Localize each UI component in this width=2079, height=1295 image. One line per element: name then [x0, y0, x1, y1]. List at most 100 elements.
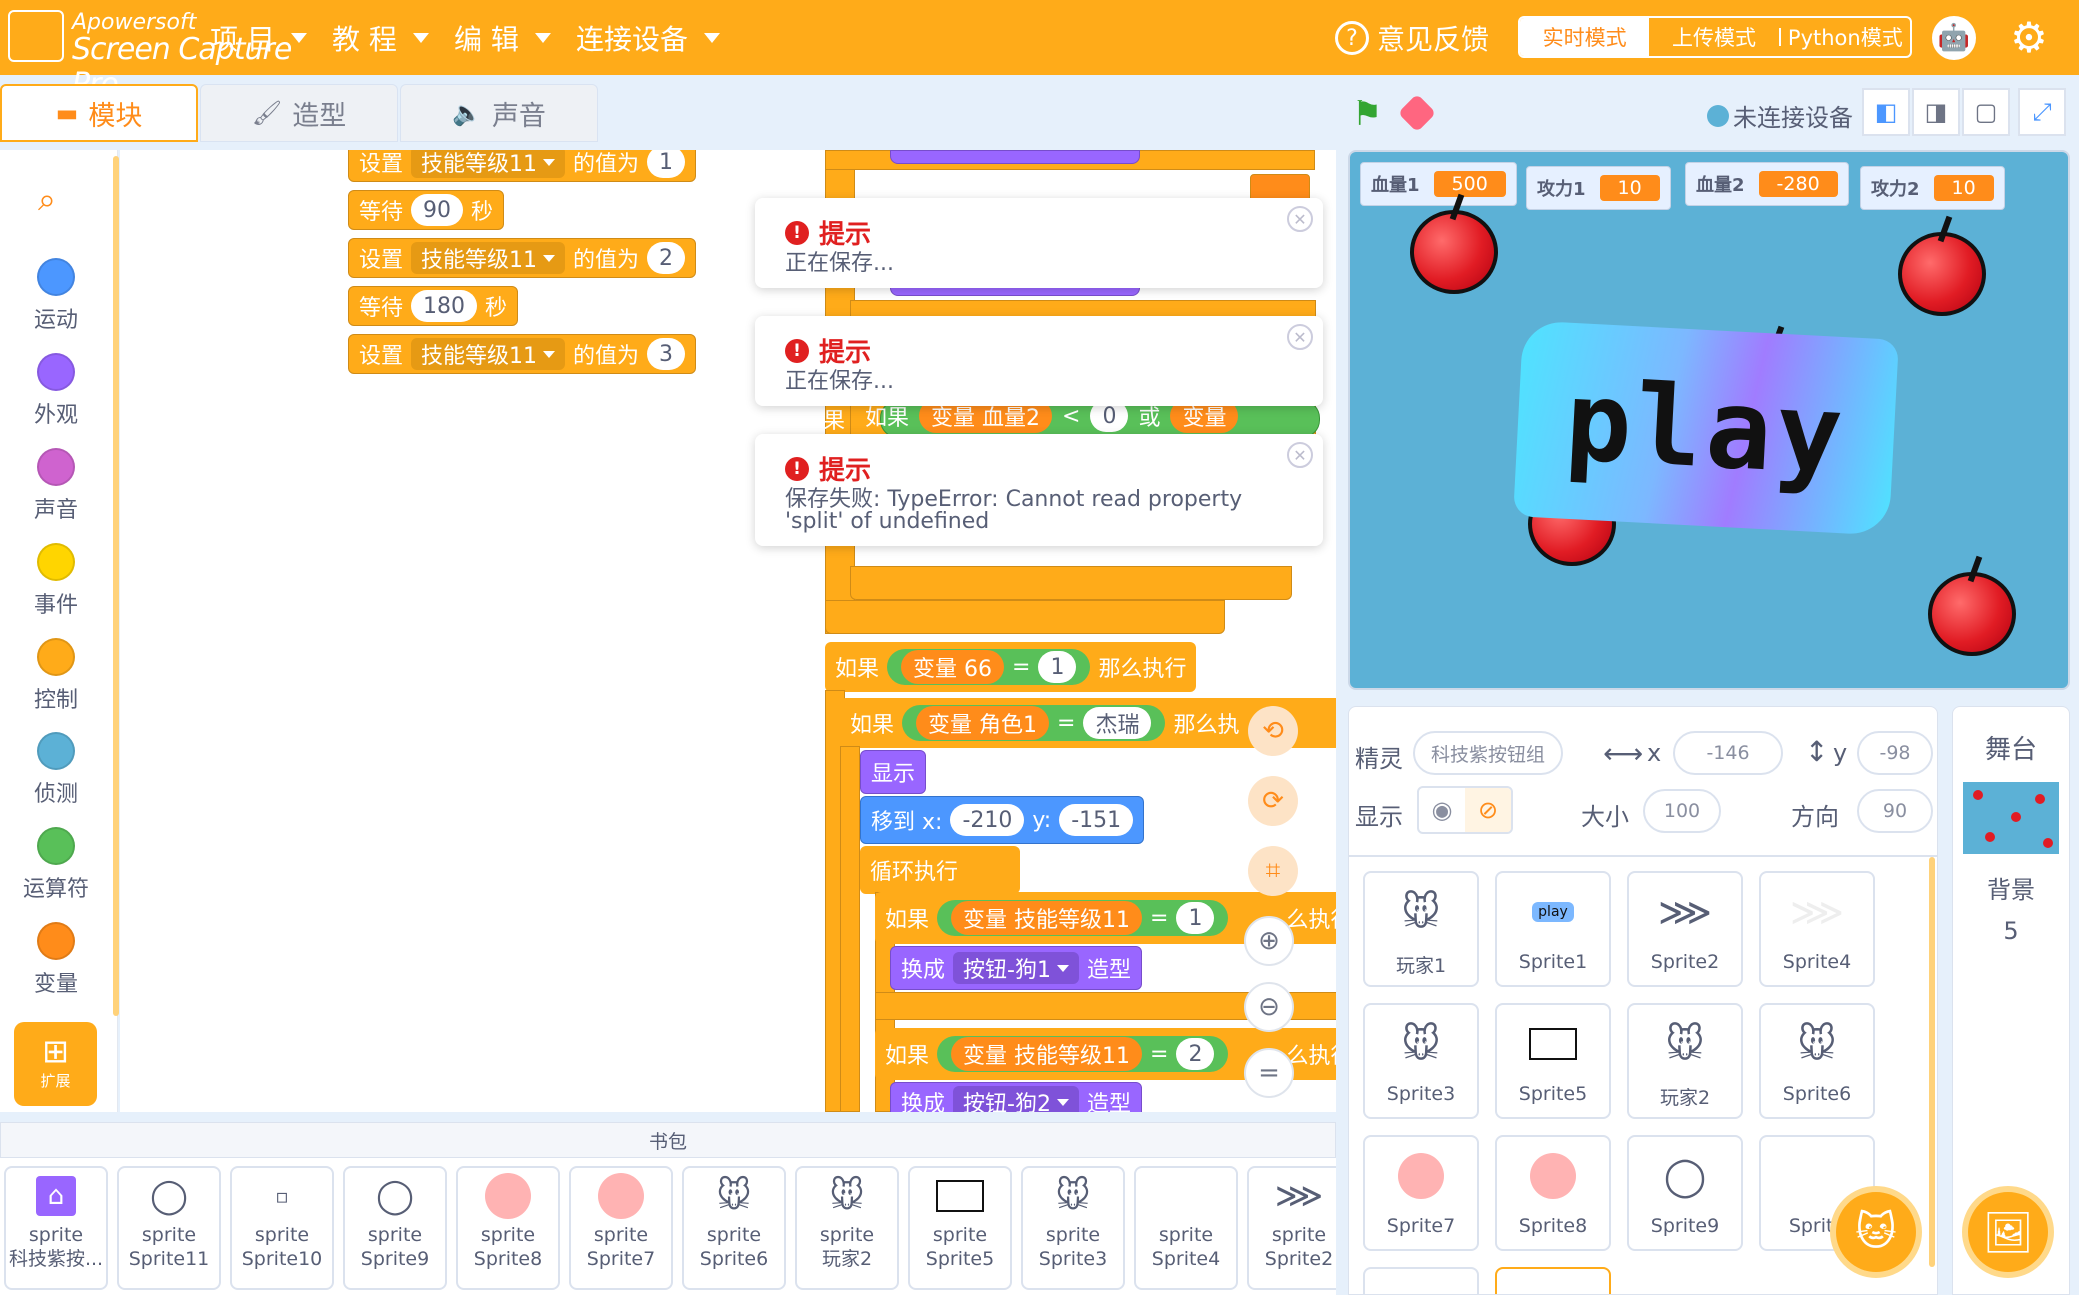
sprite-card-partial[interactable] — [1363, 1267, 1479, 1294]
goto-xy-block[interactable]: 移到 x: -210 y: -151 — [860, 796, 1145, 844]
crop-icon[interactable]: ⌗ — [1248, 846, 1298, 896]
redo-icon[interactable]: ⟳ — [1248, 776, 1298, 826]
set-variable-block[interactable]: 设置 技能等级11 的值为 3 — [348, 334, 697, 374]
layout-normal-stage-icon[interactable]: ◨ — [1912, 88, 1960, 136]
feedback-button[interactable]: ? 意见反馈 — [1335, 18, 1489, 58]
green-flag-icon[interactable]: ⚑ — [1352, 94, 1388, 134]
equals-condition[interactable]: 变量 角色1 = 杰瑞 — [902, 705, 1166, 741]
sprite-card[interactable]: ◯ Sprite9 — [1627, 1135, 1743, 1251]
close-icon[interactable]: ✕ — [1287, 442, 1313, 468]
category-control[interactable]: 控制 — [10, 638, 102, 714]
stage-canvas[interactable]: 血量1 500 攻力1 10 血量2 -280 攻力2 10 play — [1348, 150, 2070, 690]
if-then-block[interactable]: 如果 变量 66 = 1 那么执行 — [825, 642, 1197, 692]
costume-dropdown[interactable]: 按钮-狗1 — [953, 952, 1079, 984]
backpack-item[interactable]: ⋙ sprite Sprite2 — [1247, 1166, 1336, 1290]
menu-project[interactable]: 项 目 — [210, 18, 307, 58]
undo-icon[interactable]: ⟲ — [1248, 706, 1298, 756]
eye-icon[interactable]: ◉ — [1419, 788, 1465, 832]
value-input[interactable]: 1 — [647, 150, 686, 178]
variable-dropdown[interactable]: 技能等级11 — [411, 242, 566, 274]
equals-condition[interactable]: 变量 66 = 1 — [887, 649, 1091, 685]
category-motion[interactable]: 运动 — [10, 258, 102, 334]
sprite-card[interactable]: play Sprite1 — [1495, 871, 1611, 987]
backpack-item[interactable]: sprite Sprite7 — [569, 1166, 673, 1290]
close-icon[interactable]: ✕ — [1287, 206, 1313, 232]
backpack-item[interactable]: 🐭 sprite 玩家2 — [795, 1166, 899, 1290]
sprite-card[interactable]: ⋙ Sprite4 — [1759, 871, 1875, 987]
tab-blocks[interactable]: ▬ 模块 — [0, 84, 198, 142]
show-block[interactable]: 显示 — [860, 750, 927, 794]
sprite-card[interactable]: 🐭 玩家1 — [1363, 871, 1479, 987]
category-operators[interactable]: 运算符 — [10, 827, 102, 903]
variable-monitor[interactable]: 攻力2 10 — [1860, 166, 2005, 210]
equals-condition[interactable]: 变量 技能等级11 = 2 — [937, 1036, 1229, 1072]
set-variable-block[interactable]: 设置 技能等级11 的值为 2 — [348, 238, 697, 278]
sprite-card[interactable]: Sprite7 — [1363, 1135, 1479, 1251]
category-variables[interactable]: 变量 — [10, 922, 102, 998]
variable-monitor[interactable]: 血量1 500 — [1360, 162, 1517, 206]
direction-input[interactable]: 90 — [1857, 789, 1933, 833]
backpack-item[interactable]: 🐭 sprite Sprite3 — [1021, 1166, 1125, 1290]
gear-icon[interactable]: ⚙ — [2006, 13, 2052, 62]
sprite-card[interactable]: 🐭 Sprite3 — [1363, 1003, 1479, 1119]
apple-sprite[interactable] — [1928, 555, 2016, 656]
backpack-item[interactable]: sprite Sprite4 — [1134, 1166, 1238, 1290]
category-events[interactable]: 事件 — [10, 543, 102, 619]
stop-icon[interactable] — [1397, 93, 1437, 133]
layout-small-stage-icon[interactable]: ◧ — [1862, 88, 1910, 136]
close-icon[interactable]: ✕ — [1287, 324, 1313, 350]
switch-costume-block[interactable]: 换成 按钮-狗1 造型 — [890, 946, 1142, 990]
sprite-card[interactable]: Sprite5 — [1495, 1003, 1611, 1119]
backpack-item[interactable]: sprite Sprite5 — [908, 1166, 1012, 1290]
tab-costumes[interactable]: 🖌 造型 — [200, 84, 398, 142]
variable-monitor[interactable]: 血量2 -280 — [1685, 162, 1849, 206]
fullscreen-icon[interactable]: ⤢ — [2018, 88, 2066, 136]
variable-monitor[interactable]: 攻力1 10 — [1526, 166, 1671, 210]
value-input[interactable]: 1 — [1176, 902, 1215, 934]
x-input[interactable]: -146 — [1673, 731, 1783, 775]
variable-dropdown[interactable]: 技能等级11 — [411, 338, 566, 370]
zoom-in-icon[interactable]: ⊕ — [1244, 916, 1294, 966]
wait-block[interactable]: 等待 180 秒 — [348, 286, 519, 326]
backpack-item[interactable]: ◯ sprite Sprite9 — [343, 1166, 447, 1290]
category-sensing[interactable]: 侦测 — [10, 732, 102, 808]
mode-python[interactable]: Python模式 — [1781, 18, 1910, 56]
sprite-list-scrollbar[interactable] — [1929, 857, 1935, 1267]
mode-realtime[interactable]: 实时模式 — [1520, 18, 1650, 56]
menu-connect-device[interactable]: 连接设备 — [576, 18, 721, 58]
variable-dropdown[interactable]: 技能等级11 — [411, 150, 566, 178]
set-variable-block[interactable]: 设置 技能等级11 的值为 1 — [348, 150, 697, 182]
backpack-item[interactable]: sprite Sprite8 — [456, 1166, 560, 1290]
value-input[interactable]: 2 — [1176, 1038, 1215, 1070]
zoom-out-icon[interactable]: ⊖ — [1244, 982, 1294, 1032]
layout-large-stage-icon[interactable]: ▢ — [1962, 88, 2010, 136]
value-input[interactable]: 90 — [411, 194, 464, 226]
backpack-item[interactable]: ◯ sprite Sprite11 — [117, 1166, 221, 1290]
extension-button[interactable]: ⊞ 扩展 — [14, 1022, 97, 1106]
value-input[interactable]: 2 — [647, 242, 686, 274]
menu-tutorial[interactable]: 教 程 — [332, 18, 429, 58]
backpack-item[interactable]: 🐭 sprite Sprite6 — [682, 1166, 786, 1290]
costume-dropdown[interactable]: 按钮-狗2 — [953, 1086, 1079, 1112]
y-input[interactable]: -151 — [1059, 804, 1134, 836]
variable-reporter[interactable]: 变量 66 — [901, 650, 1005, 684]
robot-avatar-icon[interactable]: 🤖 — [1932, 16, 1976, 60]
sprite-card[interactable]: 🐭 玩家2 — [1627, 1003, 1743, 1119]
tab-sounds[interactable]: 🔈 声音 — [400, 84, 598, 142]
y-input[interactable]: -98 — [1857, 731, 1933, 775]
zoom-reset-icon[interactable]: = — [1244, 1048, 1294, 1098]
search-icon[interactable]: ⌕ — [38, 180, 72, 218]
value-input[interactable]: 3 — [647, 338, 686, 370]
play-button-sprite[interactable]: play — [1513, 320, 1899, 536]
script-area[interactable]: 设置 技能等级11 的值为 1 等待 90 秒 设置 技能等级11 的值为 2 … — [120, 150, 1336, 1112]
variable-reporter[interactable]: 变量 技能等级11 — [951, 1037, 1143, 1071]
eye-off-icon[interactable]: ⊘ — [1465, 788, 1511, 832]
wait-block[interactable]: 等待 90 秒 — [348, 190, 505, 230]
variable-reporter[interactable]: 变量 角色1 — [916, 706, 1050, 740]
variable-reporter[interactable]: 变量 技能等级11 — [951, 901, 1143, 935]
sprite-card[interactable]: Sprite8 — [1495, 1135, 1611, 1251]
add-backdrop-icon[interactable]: 🖼 — [1962, 1186, 2054, 1278]
forever-block[interactable]: 循环执行 — [860, 846, 1020, 894]
value-input[interactable]: 180 — [411, 290, 478, 322]
sprite-card[interactable]: ⋙ Sprite2 — [1627, 871, 1743, 987]
